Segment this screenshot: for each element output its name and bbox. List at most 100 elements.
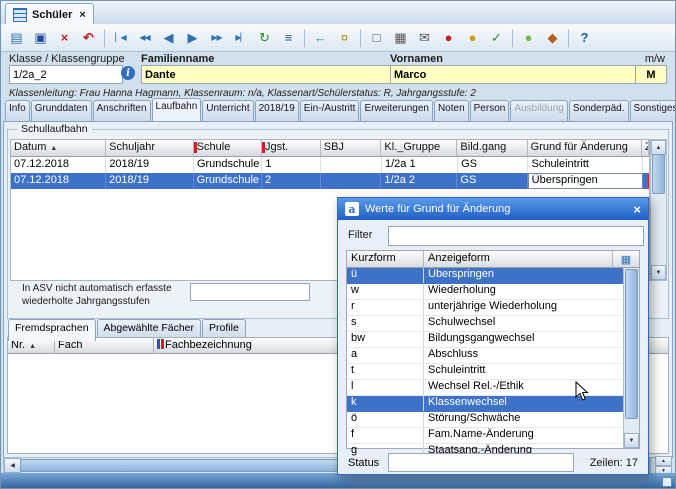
tab-ausbildung[interactable]: Ausbildung: [510, 100, 567, 121]
klasse-info-icon[interactable]: i: [121, 66, 135, 80]
column-config-icon[interactable]: ▦: [613, 251, 639, 268]
list-view-icon[interactable]: ≡: [277, 26, 300, 49]
table-row-selected[interactable]: 07.12.2018 2018/19 Grundschule ... 2 1/2…: [11, 173, 649, 189]
klasse-input[interactable]: [9, 65, 123, 84]
last-record-icon[interactable]: ▶▏: [229, 26, 252, 49]
save-icon[interactable]: ▣: [29, 26, 52, 49]
dialog-row-abschluss[interactable]: aAbschluss: [347, 348, 639, 364]
tab-abgewaehlte-faecher[interactable]: Abgewählte Fächer: [97, 319, 201, 339]
scroll-down-icon[interactable]: ▼: [651, 265, 666, 280]
scroll-up-icon[interactable]: ▲: [651, 140, 666, 155]
cell-kl-gruppe: 1/2a 2: [381, 173, 457, 189]
scrollbar-thumb[interactable]: [652, 154, 665, 194]
document-tab-title: Schüler: [32, 9, 72, 21]
column-header-grund[interactable]: Grund für Änderung: [528, 140, 642, 157]
column-header-bildgang[interactable]: Bild.gang: [457, 140, 527, 157]
tab-sonstiges[interactable]: Sonstiges: [630, 100, 676, 121]
red-status-icon[interactable]: ●: [437, 26, 460, 49]
kurzform-cell: r: [347, 300, 424, 315]
tab-fremdsprachen[interactable]: Fremdsprachen: [8, 319, 96, 341]
close-tab-icon[interactable]: ×: [79, 9, 85, 21]
scroll-left-icon[interactable]: ◀: [4, 458, 21, 473]
print-icon[interactable]: ▦: [389, 26, 412, 49]
help-icon[interactable]: ?: [573, 26, 596, 49]
dialog-row-fam-name-aenderung[interactable]: fFam.Name-Änderung: [347, 428, 639, 444]
prev-page-icon[interactable]: ◀◀: [133, 26, 156, 49]
required-marker: [194, 142, 197, 153]
yellow-status-icon[interactable]: ●: [461, 26, 484, 49]
column-header-sbj[interactable]: SBJ: [321, 140, 382, 157]
mail-icon[interactable]: ✉: [413, 26, 436, 49]
cell-schuljahr: 2018/19: [106, 173, 194, 189]
document-tab-schueler[interactable]: Schüler ×: [5, 3, 94, 25]
delete-icon[interactable]: ×: [53, 26, 76, 49]
column-header-schuljahr[interactable]: Schuljahr: [106, 140, 194, 157]
column-header-kl-gruppe[interactable]: Kl._Gruppe: [381, 140, 457, 157]
mw-input[interactable]: [635, 65, 667, 84]
dialog-row-bildungsgangwechsel[interactable]: bwBildungsgangwechsel: [347, 332, 639, 348]
dialog-row-wiederholung[interactable]: wWiederholung: [347, 284, 639, 300]
value-help-dialog: a Werte für Grund für Änderung × Filter …: [337, 197, 649, 475]
egg-icon[interactable]: ●: [517, 26, 540, 49]
tab-noten[interactable]: Noten: [434, 100, 469, 121]
resize-grip[interactable]: [662, 477, 672, 487]
refresh-icon[interactable]: ↻: [253, 26, 276, 49]
anzeigeform-cell: Überspringen: [424, 268, 624, 283]
check-icon[interactable]: ✓: [485, 26, 508, 49]
column-header-schule[interactable]: Schule: [194, 140, 262, 157]
tab-grunddaten[interactable]: Grunddaten: [31, 100, 92, 121]
column-header-anzeigeform[interactable]: Anzeigeform: [424, 251, 613, 268]
familienname-input[interactable]: [141, 65, 393, 84]
scroll-up-icon[interactable]: ▲: [655, 456, 672, 466]
next-page-icon[interactable]: ▶▶: [205, 26, 228, 49]
tab-ein-austritt[interactable]: Ein-/Austritt: [300, 100, 360, 121]
tab-laufbahn[interactable]: Laufbahn: [152, 98, 202, 121]
highlight-red-box: i: [648, 174, 649, 189]
status-input[interactable]: [388, 453, 574, 472]
palette-icon[interactable]: ◆: [541, 26, 564, 49]
scrollbar-thumb[interactable]: [625, 269, 638, 419]
dialog-close-icon[interactable]: ×: [633, 202, 641, 217]
tab-profile[interactable]: Profile: [202, 319, 246, 339]
dialog-row-klassenwechsel[interactable]: kKlassenwechsel: [347, 396, 639, 412]
jahrgangsstufen-note: In ASV nicht automatisch erfasste wieder…: [22, 282, 186, 308]
dialog-row-ueberspringen[interactable]: üÜberspringen: [347, 268, 639, 284]
grund-edit-cell[interactable]: Überspringen: [528, 173, 643, 189]
prev-record-icon[interactable]: ◀: [157, 26, 180, 49]
dialog-row-schulwechsel[interactable]: sSchulwechsel: [347, 316, 639, 332]
column-header-jgst[interactable]: Jgst.: [262, 140, 321, 157]
window-icon[interactable]: □: [365, 26, 388, 49]
dialog-row-wechsel-rel-ethik[interactable]: lWechsel Rel.-/Ethik: [347, 380, 639, 396]
next-record-icon[interactable]: ▶: [181, 26, 204, 49]
dialog-row-schuleintritt[interactable]: tSchuleintritt: [347, 364, 639, 380]
column-header-datum[interactable]: Datum▲: [11, 140, 106, 157]
first-record-icon[interactable]: ▏◀: [109, 26, 132, 49]
table-row[interactable]: 07.12.2018 2018/19 Grundschule ... 1 1/2…: [11, 157, 649, 173]
column-label: SBJ: [324, 141, 344, 153]
cell-schule: Grundschule ...: [194, 173, 262, 189]
tab-info[interactable]: Info: [5, 100, 30, 121]
column-header-kurzform[interactable]: Kurzform: [347, 251, 424, 268]
tab-schuljahr[interactable]: 2018/19: [255, 100, 299, 121]
column-header-zu[interactable]: Zu: [642, 140, 649, 157]
key-icon[interactable]: ¤: [333, 26, 356, 49]
kurzform-cell: f: [347, 428, 424, 443]
scroll-down-icon[interactable]: ▼: [624, 433, 639, 448]
new-record-icon[interactable]: ▤: [5, 26, 28, 49]
tab-erweiterungen[interactable]: Erweiterungen: [360, 100, 432, 121]
toolbar-separator: [512, 29, 513, 47]
dialog-row-stoerung-schwaeche[interactable]: öStörung/Schwäche: [347, 412, 639, 428]
tab-anschriften[interactable]: Anschriften: [93, 100, 151, 121]
table-vertical-scrollbar: ▲ ▼: [650, 139, 667, 281]
dialog-row-unterjaehrige-wiederholung[interactable]: runterjährige Wiederholung: [347, 300, 639, 316]
tab-sonderpaed[interactable]: Sonderpäd.: [569, 100, 629, 121]
tab-person[interactable]: Person: [470, 100, 510, 121]
jahrgangsstufen-input[interactable]: [190, 283, 310, 301]
undo-icon[interactable]: ↶: [77, 26, 100, 49]
vornamen-input[interactable]: [390, 65, 641, 84]
column-label: Schule: [197, 141, 231, 153]
kurzform-cell: t: [347, 364, 424, 379]
navigate-back-icon[interactable]: ←: [309, 26, 332, 49]
tab-unterricht[interactable]: Unterricht: [202, 100, 253, 121]
filter-input[interactable]: [388, 226, 644, 246]
